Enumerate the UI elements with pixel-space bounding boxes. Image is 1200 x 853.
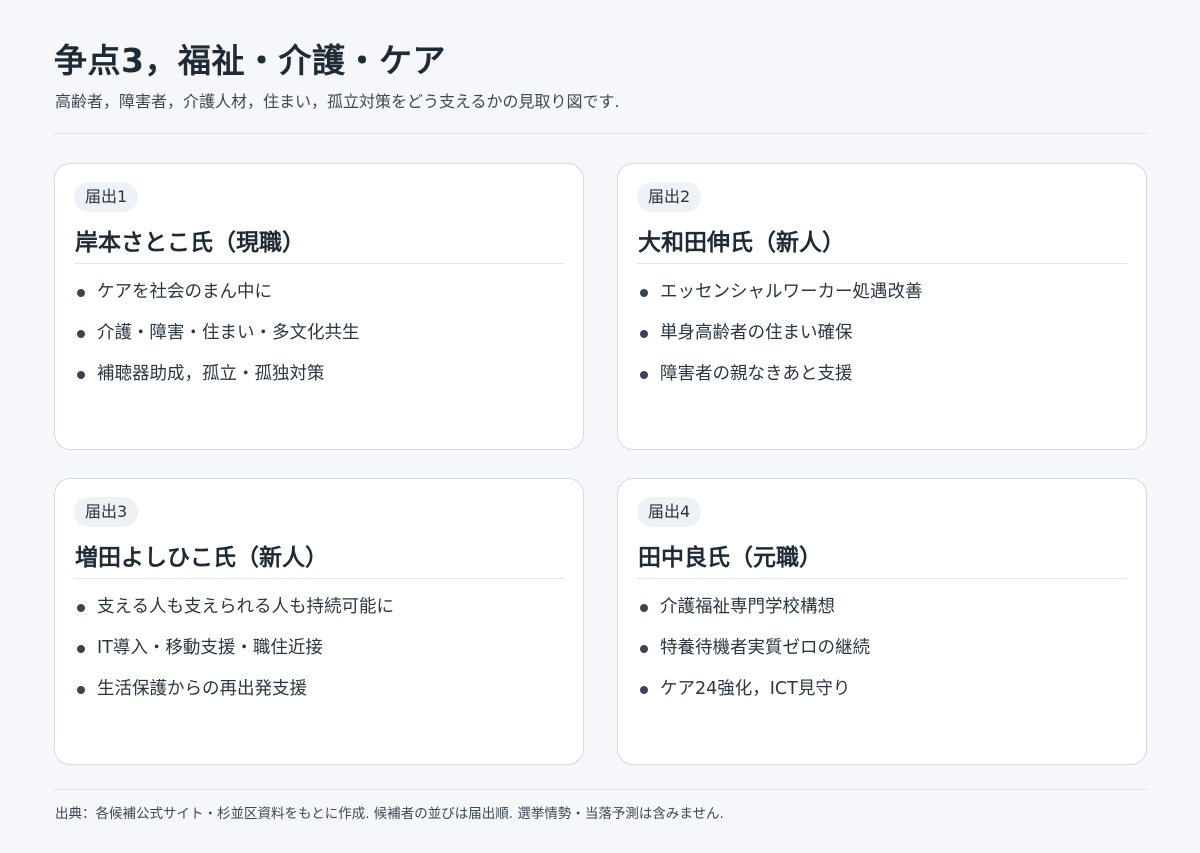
page: 争点3，福祉・介護・ケア 高齢者，障害者，介護人材，住まい，孤立対策をどう支える…	[0, 0, 1200, 853]
candidate-name: 田中良氏（元職）	[638, 545, 822, 571]
policy-text: 単身高齢者の住まい確保	[660, 323, 853, 343]
policy-text: 生活保護からの再出発支援	[97, 679, 307, 699]
policy-item: ケアを社会のまん中に	[75, 279, 360, 320]
page-subtitle: 高齢者，障害者，介護人材，住まい，孤立対策をどう支えるかの見取り図です.	[55, 92, 620, 111]
policy-list: エッセンシャルワーカー処遇改善 単身高齢者の住まい確保 障害者の親なきあと支援	[638, 279, 923, 402]
bullet-icon	[640, 604, 648, 612]
candidate-card-1: 届出1 岸本さとこ氏（現職） ケアを社会のまん中に 介護・障害・住まい・多文化共…	[54, 163, 584, 450]
policy-item: 障害者の親なきあと支援	[638, 361, 923, 402]
policy-item: 支える人も支えられる人も持続可能に	[75, 594, 394, 635]
card-divider	[637, 263, 1127, 264]
policy-item: ケア24強化，ICT見守り	[638, 676, 870, 717]
policy-text: ケア24強化，ICT見守り	[660, 679, 851, 699]
policy-text: 特養待機者実質ゼロの継続	[660, 638, 870, 658]
policy-list: ケアを社会のまん中に 介護・障害・住まい・多文化共生 補聴器助成，孤立・孤独対策	[75, 279, 360, 402]
policy-text: IT導入・移動支援・職住近接	[97, 638, 323, 658]
filing-order-badge: 届出3	[74, 497, 139, 527]
bullet-icon	[77, 330, 85, 338]
source-footnote: 出典：各候補公式サイト・杉並区資料をもとに作成. 候補者の並びは届出順. 選挙情…	[55, 806, 724, 822]
policy-item: 介護・障害・住まい・多文化共生	[75, 320, 360, 361]
policy-text: 障害者の親なきあと支援	[660, 364, 853, 384]
policy-text: 補聴器助成，孤立・孤独対策	[97, 364, 325, 384]
policy-list: 支える人も支えられる人も持続可能に IT導入・移動支援・職住近接 生活保護からの…	[75, 594, 394, 717]
footer-divider	[54, 789, 1147, 790]
header-divider	[54, 133, 1147, 134]
policy-item: 補聴器助成，孤立・孤独対策	[75, 361, 360, 402]
filing-order-badge: 届出1	[74, 182, 139, 212]
bullet-icon	[77, 645, 85, 653]
policy-list: 介護福祉専門学校構想 特養待機者実質ゼロの継続 ケア24強化，ICT見守り	[638, 594, 870, 717]
bullet-icon	[640, 645, 648, 653]
card-divider	[74, 263, 564, 264]
policy-text: 介護・障害・住まい・多文化共生	[97, 323, 360, 343]
card-divider	[74, 578, 564, 579]
policy-item: 介護福祉専門学校構想	[638, 594, 870, 635]
policy-item: 特養待機者実質ゼロの継続	[638, 635, 870, 676]
bullet-icon	[77, 371, 85, 379]
candidate-name: 岸本さとこ氏（現職）	[75, 230, 305, 256]
bullet-icon	[640, 686, 648, 694]
bullet-icon	[640, 330, 648, 338]
policy-item: 生活保護からの再出発支援	[75, 676, 394, 717]
candidate-card-2: 届出2 大和田伸氏（新人） エッセンシャルワーカー処遇改善 単身高齢者の住まい確…	[617, 163, 1147, 450]
bullet-icon	[640, 289, 648, 297]
bullet-icon	[77, 289, 85, 297]
card-divider	[637, 578, 1127, 579]
policy-text: エッセンシャルワーカー処遇改善	[660, 282, 923, 302]
policy-text: 介護福祉専門学校構想	[660, 597, 835, 617]
policy-item: IT導入・移動支援・職住近接	[75, 635, 394, 676]
policy-item: 単身高齢者の住まい確保	[638, 320, 923, 361]
policy-item: エッセンシャルワーカー処遇改善	[638, 279, 923, 320]
bullet-icon	[640, 371, 648, 379]
filing-order-badge: 届出4	[637, 497, 702, 527]
page-title: 争点3，福祉・介護・ケア	[54, 41, 446, 80]
policy-text: 支える人も支えられる人も持続可能に	[97, 597, 394, 617]
candidate-name: 大和田伸氏（新人）	[638, 230, 845, 256]
bullet-icon	[77, 604, 85, 612]
filing-order-badge: 届出2	[637, 182, 702, 212]
bullet-icon	[77, 686, 85, 694]
candidate-card-3: 届出3 増田よしひこ氏（新人） 支える人も支えられる人も持続可能に IT導入・移…	[54, 478, 584, 765]
candidate-card-4: 届出4 田中良氏（元職） 介護福祉専門学校構想 特養待機者実質ゼロの継続 ケア2…	[617, 478, 1147, 765]
policy-text: ケアを社会のまん中に	[97, 282, 272, 302]
candidate-name: 増田よしひこ氏（新人）	[75, 545, 328, 571]
